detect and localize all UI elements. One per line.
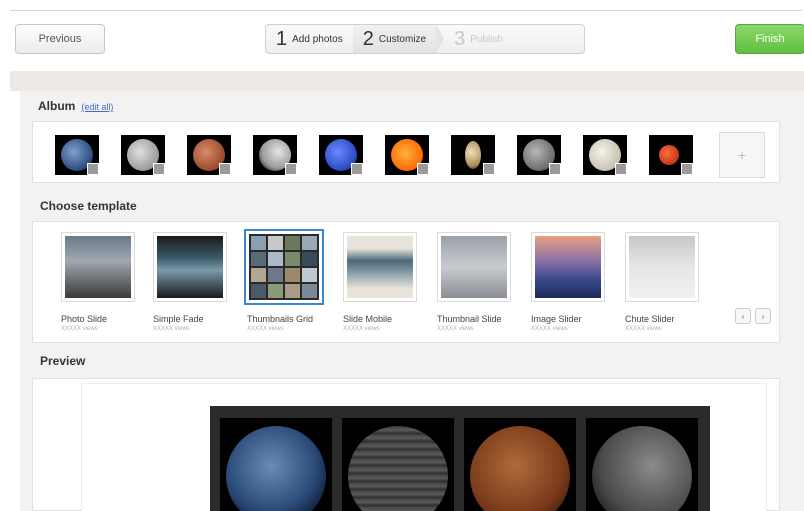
template-meta: XXXXX views [247, 326, 284, 332]
template-meta: XXXXX views [343, 326, 380, 332]
album-strip: + [32, 121, 780, 183]
template-image-slider[interactable]: Image Slider XXXXX views [531, 232, 611, 332]
photo-thumbnail-red-planet[interactable] [649, 135, 693, 175]
step-customize[interactable]: 2 Customize [352, 25, 437, 53]
photo-thumbnail-saturn[interactable] [451, 135, 495, 175]
photo-thumbnail-jupiter[interactable] [121, 135, 165, 175]
template-thumbnail-slide[interactable]: Thumbnail Slide XXXXX views [437, 232, 517, 332]
template-thumbnail [153, 232, 227, 302]
step-add-photos[interactable]: 1 Add photos [266, 25, 353, 53]
finish-button[interactable]: Finish [735, 24, 804, 54]
wizard-toolbar: Previous 1 Add photos 2 Customize 3 Publ… [10, 10, 804, 70]
template-slide-mobile[interactable]: Slide Mobile XXXXX views [343, 232, 423, 332]
step-label: Publish [470, 33, 504, 45]
template-meta: XXXXX views [153, 326, 190, 332]
photo-thumbnail-venus[interactable] [583, 135, 627, 175]
photo-thumbnail-earth[interactable] [55, 135, 99, 175]
photo-thumbnail-mercury[interactable] [517, 135, 561, 175]
preview-frame [81, 383, 767, 511]
preview-photo-mercury [586, 418, 698, 511]
album-heading: Album (edit all) [38, 99, 113, 113]
previous-button[interactable]: Previous [15, 24, 105, 54]
header-divider [10, 71, 804, 91]
album-title: Album [38, 99, 76, 113]
template-name: Image Slider [531, 314, 582, 324]
preview-area [32, 378, 780, 511]
step-label: Customize [378, 33, 427, 45]
template-name: Chute Slider [625, 314, 675, 324]
preview-photo-jupiter [342, 418, 454, 511]
chevron-right-icon[interactable]: › [755, 308, 771, 324]
step-separator-arrow [436, 24, 445, 54]
template-thumbnail [625, 232, 699, 302]
choose-template-title: Choose template [40, 199, 137, 213]
customize-panel: Album (edit all) + Choose template Photo … [20, 91, 804, 511]
edit-all-link[interactable]: (edit all) [81, 102, 113, 112]
photo-thumbnail-sun[interactable] [385, 135, 429, 175]
template-simple-fade[interactable]: Simple Fade XXXXX views [153, 232, 233, 332]
template-pager: ‹ › [735, 308, 771, 324]
template-meta: XXXXX views [625, 326, 662, 332]
step-number: 3 [454, 27, 466, 50]
template-name: Thumbnail Slide [437, 314, 502, 324]
photo-thumbnail-neptune[interactable] [319, 135, 363, 175]
template-thumbnail [343, 232, 417, 302]
wizard-steps: 1 Add photos 2 Customize 3 Publish [265, 24, 585, 54]
template-meta: XXXXX views [531, 326, 568, 332]
step-number: 1 [276, 27, 288, 50]
step-publish: 3 Publish [444, 25, 513, 53]
chevron-left-icon[interactable]: ‹ [735, 308, 751, 324]
template-thumbnail [437, 232, 511, 302]
template-thumbnail [244, 229, 324, 305]
step-number: 2 [362, 27, 374, 50]
template-photo-slide[interactable]: Photo Slide XXXXX views [61, 232, 141, 332]
template-name: Thumbnails Grid [247, 314, 314, 324]
step-label: Add photos [292, 33, 343, 45]
template-thumbnail [531, 232, 605, 302]
photo-thumbnail-mars[interactable] [187, 135, 231, 175]
template-picker: Photo Slide XXXXX views Simple Fade XXXX… [32, 221, 780, 343]
template-name: Photo Slide [61, 314, 108, 324]
photo-thumbnail-moon[interactable] [253, 135, 297, 175]
add-photo-tile[interactable]: + [719, 132, 765, 178]
template-name: Slide Mobile [343, 314, 393, 324]
preview-title: Preview [40, 354, 86, 368]
template-chute-slider[interactable]: Chute Slider XXXXX views [625, 232, 705, 332]
template-thumbnails-grid[interactable]: Thumbnails Grid XXXXX views [244, 229, 327, 332]
template-meta: XXXXX views [437, 326, 474, 332]
template-thumbnail [61, 232, 135, 302]
preview-photo-earth [220, 418, 332, 511]
plus-icon: + [737, 147, 747, 163]
template-meta: XXXXX views [61, 326, 98, 332]
template-name: Simple Fade [153, 314, 204, 324]
preview-photo-mars [464, 418, 576, 511]
preview-stage [210, 406, 710, 511]
